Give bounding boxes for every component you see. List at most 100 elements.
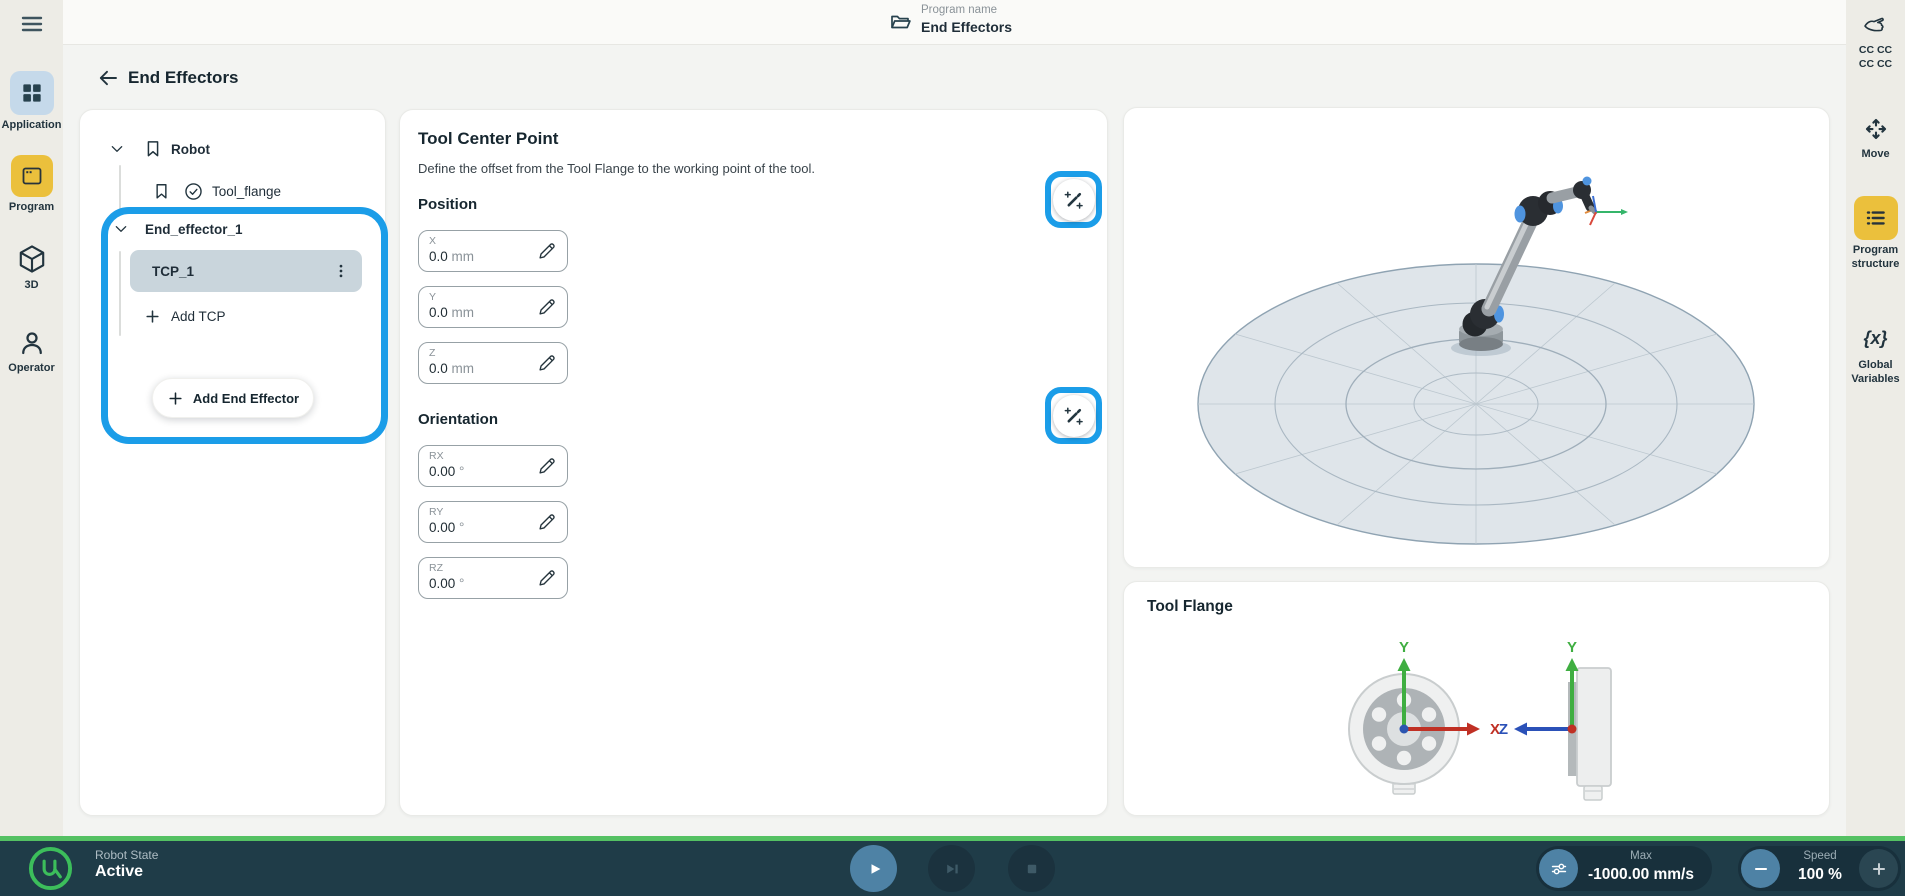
- end-effector-tree-panel: Robot Tool_flange End_effector_1 TCP_1: [79, 109, 386, 816]
- sidebar-item-global-variables[interactable]: {x} Global Variables: [1846, 328, 1905, 386]
- tree-item-robot[interactable]: Robot: [109, 139, 210, 159]
- robot-state-value[interactable]: Active: [95, 863, 143, 881]
- folder-icon: [889, 11, 913, 35]
- orientation-rx-field[interactable]: RX 0.00 °: [418, 445, 568, 487]
- sidebar-item-operator[interactable]: Operator: [0, 328, 63, 375]
- speed-decrease-button[interactable]: [1741, 849, 1780, 888]
- play-button[interactable]: [850, 845, 897, 892]
- edit-pencil-icon[interactable]: [536, 567, 558, 589]
- max-speed-control: Max -1000.00 mm/s: [1536, 846, 1712, 891]
- axis-label-z: Z: [1499, 721, 1508, 738]
- sidebar-item-freedrive[interactable]: CC CC CC CC: [1846, 14, 1905, 71]
- stop-button[interactable]: [1008, 845, 1055, 892]
- add-end-effector-label: Add End Effector: [193, 391, 299, 406]
- axis-label-y-front: Y: [1399, 639, 1409, 656]
- sidebar-item-3d[interactable]: 3D: [0, 243, 63, 292]
- field-value: 0.0: [429, 249, 448, 264]
- kebab-menu-icon: [332, 261, 350, 281]
- field-value: 0.0: [429, 305, 448, 320]
- set-orientation-wand-button[interactable]: [1053, 395, 1095, 437]
- speed-label: Speed: [1780, 851, 1860, 863]
- speed-value: 100 %: [1780, 867, 1860, 883]
- skip-button[interactable]: [928, 845, 975, 892]
- variables-icon: {x}: [1863, 328, 1887, 349]
- field-value: 0.00: [429, 464, 455, 479]
- person-icon: [17, 328, 47, 358]
- field-label: RY: [429, 506, 443, 518]
- axis-label-y-side: Y: [1567, 639, 1577, 656]
- add-end-effector-button[interactable]: Add End Effector: [152, 378, 314, 418]
- tree-item-tcp-selected[interactable]: TCP_1: [130, 250, 362, 292]
- sidebar-item-program[interactable]: Program: [0, 155, 63, 214]
- tool-flange-panel: Tool Flange Y X Y Z: [1123, 581, 1830, 816]
- bookmark-icon: [152, 182, 171, 201]
- program-name-value: End Effectors: [921, 20, 1012, 34]
- minus-icon: [1750, 858, 1772, 880]
- chevron-down-icon: [109, 141, 125, 157]
- window-icon: [20, 164, 44, 188]
- field-label: X: [429, 235, 436, 247]
- tcp-panel-title: Tool Center Point: [418, 129, 558, 149]
- field-value: 0.0: [429, 361, 448, 376]
- position-heading: Position: [418, 196, 477, 213]
- sidebar-label-program: Program: [9, 201, 54, 214]
- hamburger-icon: [19, 12, 45, 36]
- top-header: Program name End Effectors: [63, 0, 1846, 45]
- left-sidebar: Application Program 3D Operator: [0, 0, 63, 836]
- tool-flange-diagram: Y X Y Z: [1124, 582, 1829, 815]
- sidebar-item-program-structure[interactable]: Program structure: [1846, 196, 1905, 271]
- edit-pencil-icon[interactable]: [536, 296, 558, 318]
- program-name-label: Program name: [921, 5, 1012, 17]
- magic-wand-icon: [1062, 404, 1086, 428]
- orientation-rz-field[interactable]: RZ 0.00 °: [418, 557, 568, 599]
- hand-icon: [1862, 14, 1890, 40]
- program-structure-label-line2: structure: [1852, 258, 1900, 271]
- move-arrows-icon: [1861, 114, 1891, 144]
- orientation-ry-field[interactable]: RY 0.00 °: [418, 501, 568, 543]
- chevron-down-icon: [113, 221, 129, 237]
- edit-pencil-icon[interactable]: [536, 352, 558, 374]
- sidebar-item-move[interactable]: Move: [1846, 114, 1905, 161]
- check-circle-icon: [183, 181, 204, 202]
- position-y-field[interactable]: Y 0.0 mm: [418, 286, 568, 328]
- set-position-wand-button[interactable]: [1053, 179, 1095, 221]
- back-arrow-icon: [95, 66, 121, 90]
- sidebar-item-application[interactable]: Application: [0, 71, 63, 132]
- tcp-panel-description: Define the offset from the Tool Flange t…: [418, 161, 815, 176]
- edit-pencil-icon[interactable]: [536, 511, 558, 533]
- plus-icon: [144, 308, 161, 325]
- position-z-field[interactable]: Z 0.0 mm: [418, 342, 568, 384]
- field-unit: °: [459, 576, 464, 591]
- field-label: RZ: [429, 562, 443, 574]
- edit-pencil-icon[interactable]: [536, 455, 558, 477]
- plus-icon: [167, 390, 184, 407]
- field-unit: mm: [452, 249, 475, 264]
- tcp-options-button[interactable]: [326, 255, 356, 287]
- robot-state-label: Robot State: [95, 848, 158, 862]
- freedrive-label-line2: CC CC: [1859, 58, 1892, 71]
- robot-3d-viewport[interactable]: [1123, 107, 1830, 568]
- play-icon: [862, 857, 886, 881]
- menu-button[interactable]: [14, 8, 50, 40]
- field-value: 0.00: [429, 576, 455, 591]
- speed-increase-button[interactable]: [1859, 849, 1898, 888]
- bookmark-icon: [143, 139, 163, 159]
- speed-settings-button[interactable]: [1539, 849, 1578, 888]
- field-unit: °: [459, 520, 464, 535]
- add-tcp-button[interactable]: Add TCP: [144, 302, 226, 330]
- edit-pencil-icon[interactable]: [536, 240, 558, 262]
- cube-icon: [16, 243, 48, 275]
- sliders-icon: [1548, 858, 1570, 880]
- right-sidebar: CC CC CC CC Move Program structure: [1846, 0, 1905, 836]
- tree-item-tool-flange[interactable]: Tool_flange: [152, 181, 281, 202]
- plus-icon: [1868, 858, 1890, 880]
- tree-item-end-effector[interactable]: End_effector_1: [113, 221, 243, 237]
- ur-logo[interactable]: [27, 845, 74, 892]
- position-x-field[interactable]: X 0.0 mm: [418, 230, 568, 272]
- robot-3d-scene: [1124, 108, 1829, 567]
- field-label: Z: [429, 347, 435, 359]
- program-selector[interactable]: Program name End Effectors: [921, 5, 1012, 34]
- orientation-heading: Orientation: [418, 411, 498, 428]
- back-button[interactable]: [94, 66, 122, 92]
- field-unit: mm: [452, 305, 475, 320]
